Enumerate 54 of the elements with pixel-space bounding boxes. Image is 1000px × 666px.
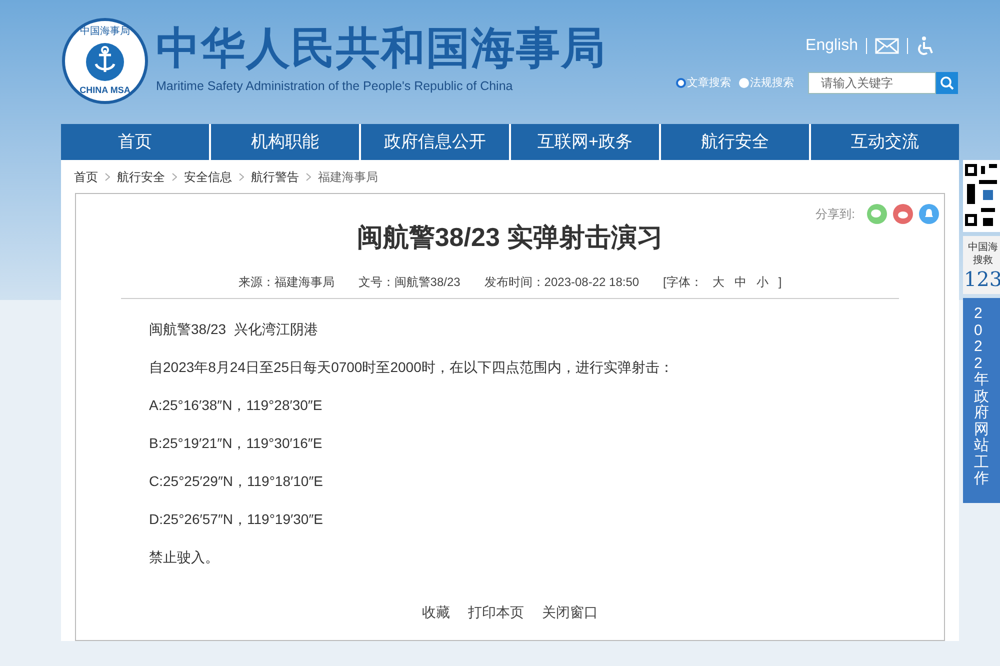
breadcrumb-link[interactable]: 航行安全 (117, 168, 165, 186)
font-size-label: [字体： (663, 274, 702, 291)
meta-text: 来源：福建海事局 (238, 274, 334, 291)
body-paragraph: 禁止驶入。 (149, 548, 220, 567)
font-size-link[interactable]: 中 (734, 273, 746, 291)
chat-bubble-icon (871, 209, 883, 219)
body-paragraph: D:25°26′57″N，119°19′30″E (149, 510, 324, 529)
chevron-icon (306, 172, 311, 180)
meta-text: 文号：闽航警38/23 (358, 274, 460, 291)
rescue-text: 搜救 (973, 254, 993, 267)
search-button[interactable] (936, 72, 958, 94)
weibo-share-icon[interactable] (893, 204, 913, 224)
rescue-text: 中国海 (968, 242, 998, 254)
article-action-link[interactable]: 关闭窗口 (542, 602, 598, 623)
site-title: 中华人民共和国海事局 (156, 26, 606, 71)
breadcrumb-link[interactable]: 首页 (74, 168, 98, 186)
wechat-share-icon[interactable] (867, 204, 887, 224)
mail-icon[interactable] (875, 38, 899, 54)
body-paragraph: A:25°16′38″N，119°28′30″E (149, 396, 324, 415)
breadcrumb-link[interactable]: 福建海事局 (318, 168, 378, 186)
breadcrumb-link[interactable]: 安全信息 (184, 168, 232, 186)
chevron-icon (239, 172, 244, 180)
chevron-icon (172, 172, 177, 180)
body-paragraph: 闽航警38/23 兴化湾江阴港 (149, 320, 319, 339)
nav-item[interactable]: 互联网+政务 (509, 124, 659, 160)
body-paragraph: B:25°19′21″N，119°30′16″E (149, 434, 324, 453)
search-icon (940, 76, 954, 90)
font-size-link[interactable]: 小 (756, 273, 768, 291)
anchor-icon (85, 42, 125, 82)
nav-item[interactable]: 首页 (61, 124, 209, 160)
font-size-link[interactable]: 大 (712, 273, 724, 291)
chevron-icon (105, 172, 110, 180)
body-paragraph: 自2023年8月24日至25日每天0700时至2000时，在以下四点范围内，进行实弹射击： (149, 358, 674, 377)
nav-item[interactable]: 政府信息公开 (359, 124, 509, 160)
bracket-text: ] (778, 274, 782, 291)
nav-item[interactable]: 互动交流 (809, 124, 959, 160)
logo-text: CHINA MSA (80, 86, 130, 95)
body-paragraph: C:25°25′29″N，119°18′10″E (149, 472, 324, 491)
work-report-banner[interactable]: 2022年政府网站工作 (963, 298, 1000, 503)
breadcrumb-link[interactable]: 航行警告 (251, 168, 299, 186)
qr-code-icon[interactable] (963, 160, 1000, 232)
share-label: 分享到: (816, 206, 855, 223)
accessibility-icon[interactable] (916, 36, 934, 56)
search-field[interactable]: 请输入关键字 (808, 72, 936, 94)
qq-share-icon[interactable] (919, 204, 939, 224)
nav-item[interactable]: 机构职能 (209, 124, 359, 160)
nav-item[interactable]: 航行安全 (659, 124, 809, 160)
article-action-link[interactable]: 打印本页 (468, 602, 524, 623)
banner-text: 2022年政府网站工作 (974, 306, 989, 489)
article-title: 闽航警38/23 实弹射击演习 (356, 221, 664, 254)
article-action-link[interactable]: 收藏 (422, 602, 450, 623)
bell-icon (924, 208, 934, 220)
site-subtitle: Maritime Safety Administration of the People's Republic of China (156, 78, 514, 95)
meta-text: 发布时间：2023-08-22 18:50 (484, 274, 640, 291)
